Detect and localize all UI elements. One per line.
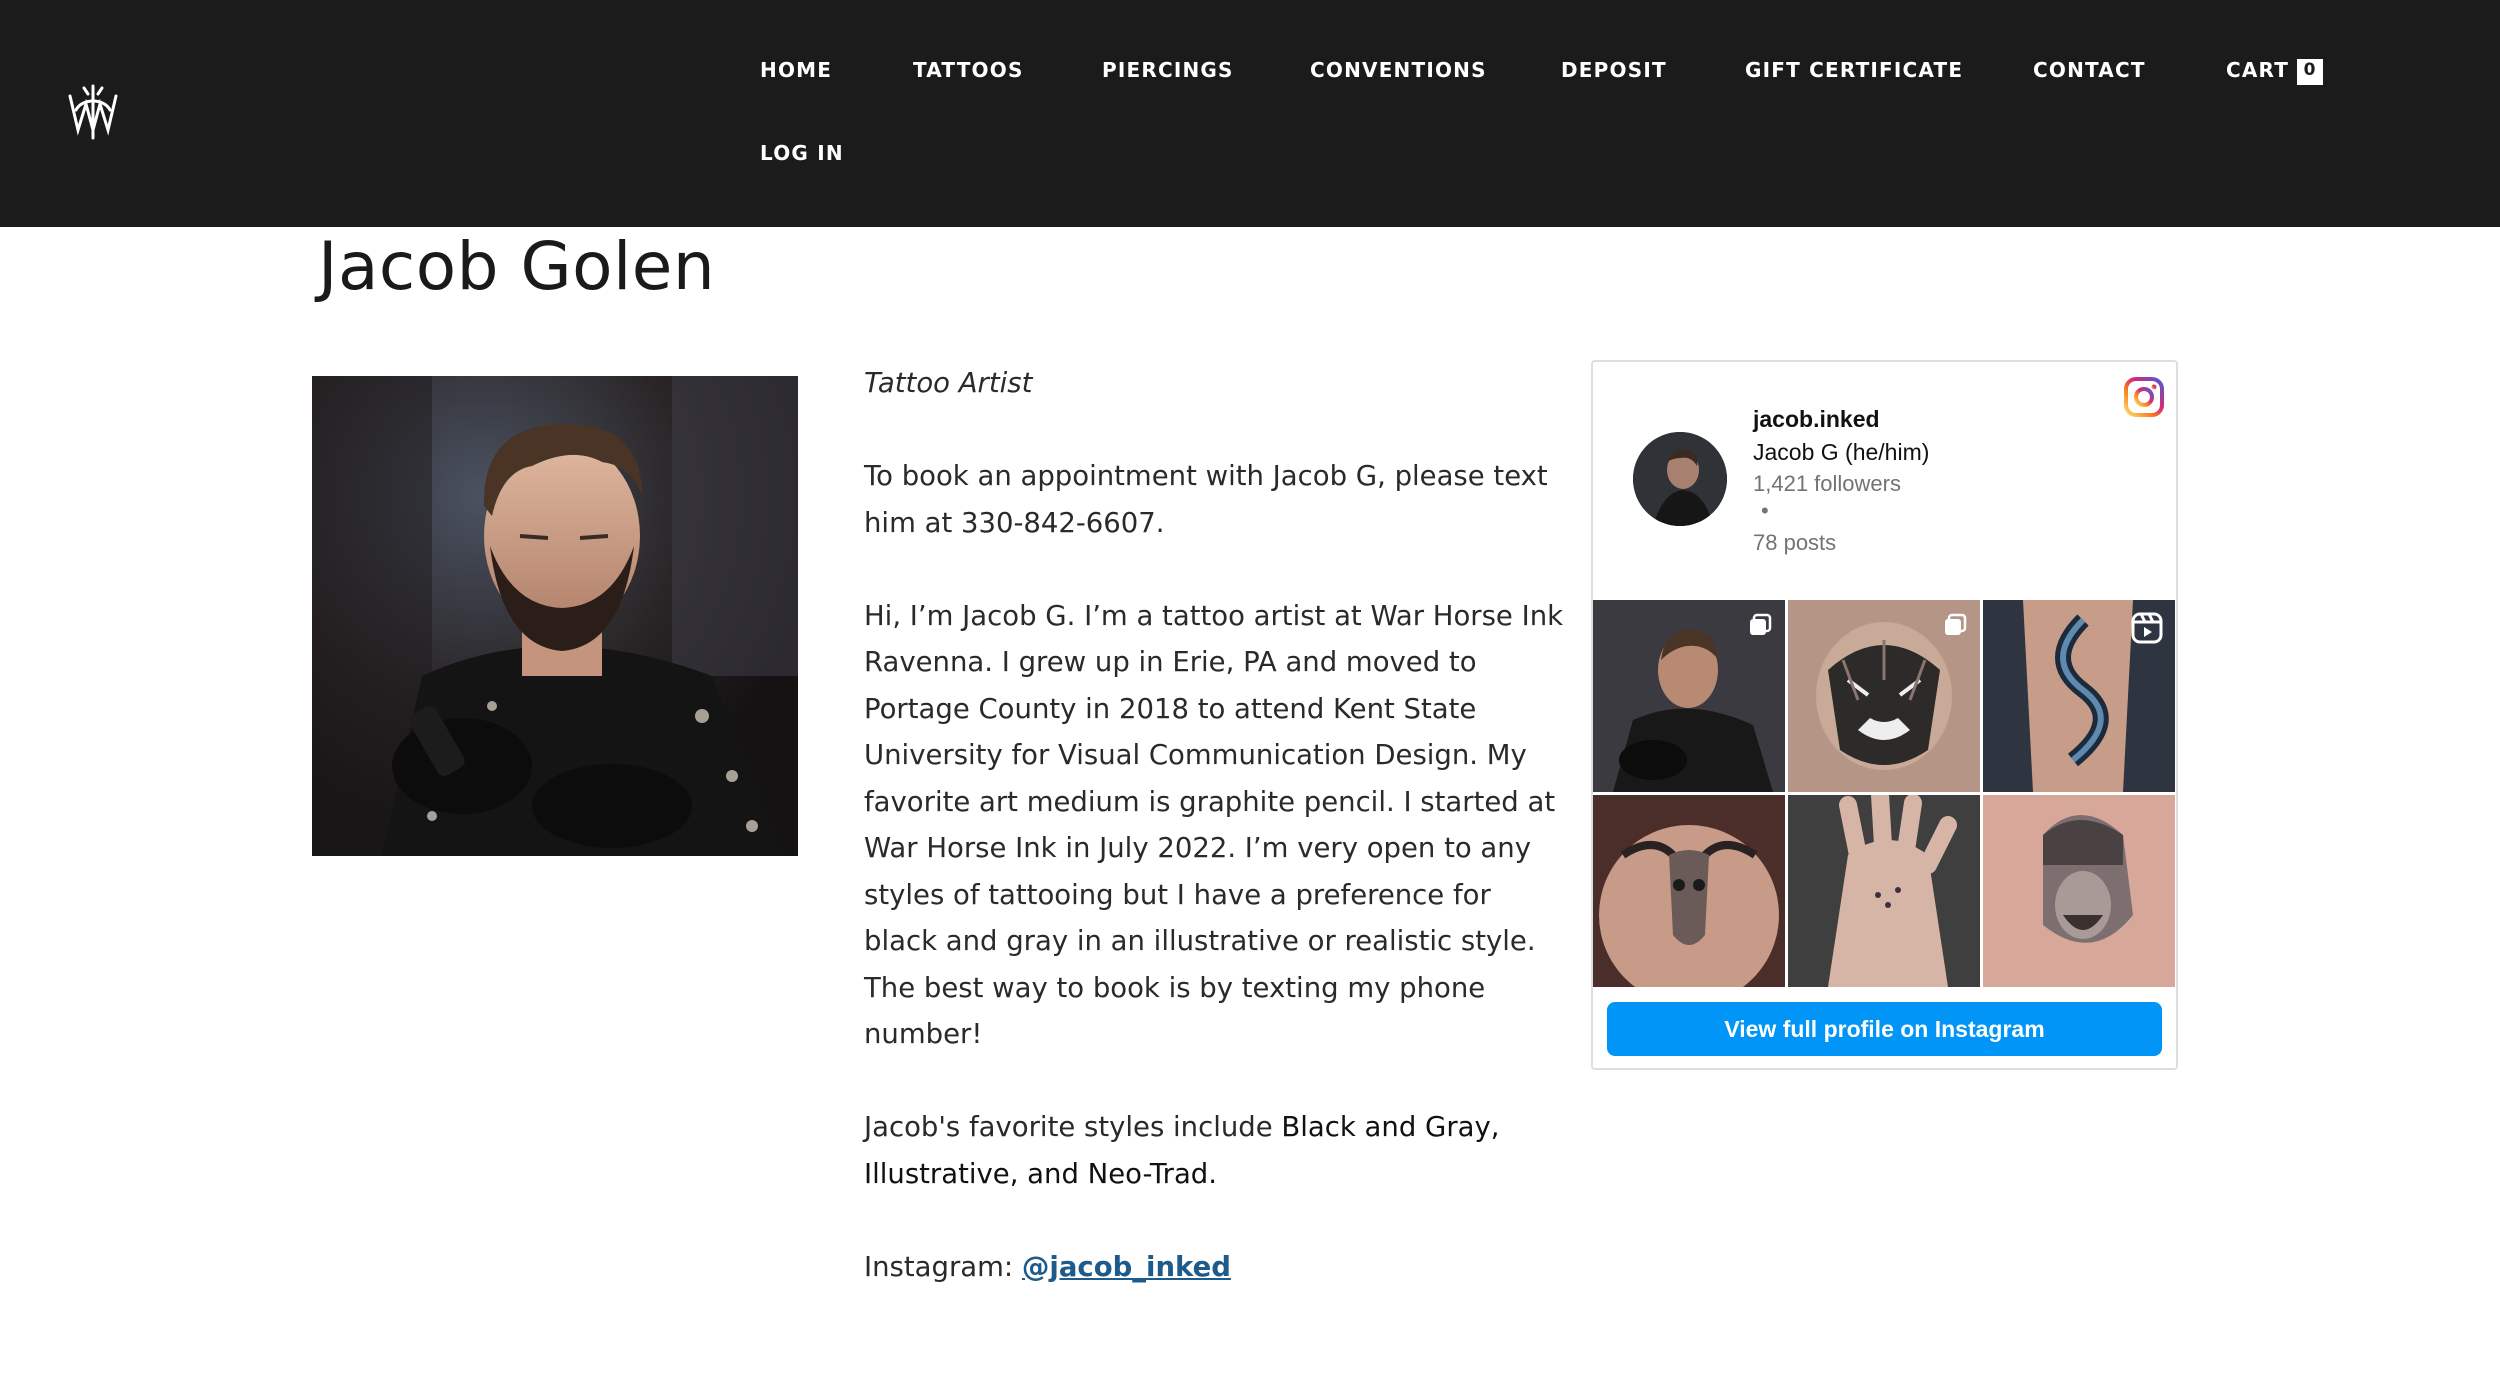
reel-icon (2131, 612, 2163, 644)
nav-cart[interactable]: CART 0 (2226, 58, 2324, 85)
favorite-styles: Jacob's favorite styles include Black an… (864, 1104, 1564, 1197)
page-title: Jacob Golen (318, 228, 716, 305)
view-instagram-profile-button[interactable]: View full profile on Instagram (1607, 1002, 2162, 1056)
nav-tattoos[interactable]: TATTOOS (913, 58, 1024, 82)
nav-contact[interactable]: CONTACT (2033, 58, 2146, 82)
instagram-post-5[interactable] (1788, 795, 1980, 987)
cart-label: CART (2226, 58, 2290, 82)
artist-bio: Tattoo Artist To book an appointment wit… (864, 360, 1564, 1337)
nav-piercings[interactable]: PIERCINGS (1102, 58, 1234, 82)
carousel-icon (1945, 613, 1967, 635)
instagram-display-name: Jacob G (he/him) (1753, 439, 1930, 465)
instagram-icon[interactable] (2123, 376, 2165, 418)
booking-info: To book an appointment with Jacob G, ple… (864, 460, 1548, 539)
instagram-separator: • (1761, 498, 1769, 523)
instagram-post-1[interactable] (1593, 600, 1785, 792)
instagram-post-6[interactable] (1983, 795, 2175, 987)
nav-conventions[interactable]: CONVENTIONS (1310, 58, 1487, 82)
nav-gift-certificate[interactable]: GIFT CERTIFICATE (1745, 58, 1963, 82)
instagram-avatar[interactable] (1633, 432, 1727, 526)
instagram-label: Instagram: (864, 1250, 1022, 1283)
styles-prefix: Jacob's favorite styles include (864, 1111, 1282, 1143)
artist-portrait (312, 376, 798, 856)
carousel-icon (1750, 613, 1772, 635)
cart-count-badge: 0 (2297, 59, 2324, 85)
artist-role: Tattoo Artist (864, 367, 1033, 399)
site-header: HOME TATTOOS PIERCINGS CONVENTIONS DEPOS… (0, 0, 2500, 227)
nav-log-in[interactable]: LOG IN (760, 141, 844, 165)
instagram-post-grid (1593, 600, 2176, 987)
nav-deposit[interactable]: DEPOSIT (1561, 58, 1667, 82)
instagram-username[interactable]: jacob.inked (1753, 406, 1880, 433)
instagram-posts-count: 78 posts (1753, 530, 1837, 555)
war-horse-ink-logo-icon[interactable] (62, 80, 124, 142)
instagram-handle-link[interactable]: @jacob_inked (1022, 1251, 1231, 1283)
instagram-post-2[interactable] (1788, 600, 1980, 792)
instagram-post-3[interactable] (1983, 600, 2175, 792)
artist-photo-image (312, 376, 798, 856)
instagram-line: Instagram: @jacob_inked (864, 1244, 1564, 1291)
instagram-followers: 1,421 followers (1753, 471, 1901, 496)
instagram-post-4[interactable] (1593, 795, 1785, 987)
nav-home[interactable]: HOME (760, 58, 832, 82)
about-text: Hi, I’m Jacob G. I’m a tattoo artist at … (864, 599, 1564, 1051)
instagram-embed: jacob.inked Jacob G (he/him) 1,421 follo… (1591, 360, 2178, 1070)
